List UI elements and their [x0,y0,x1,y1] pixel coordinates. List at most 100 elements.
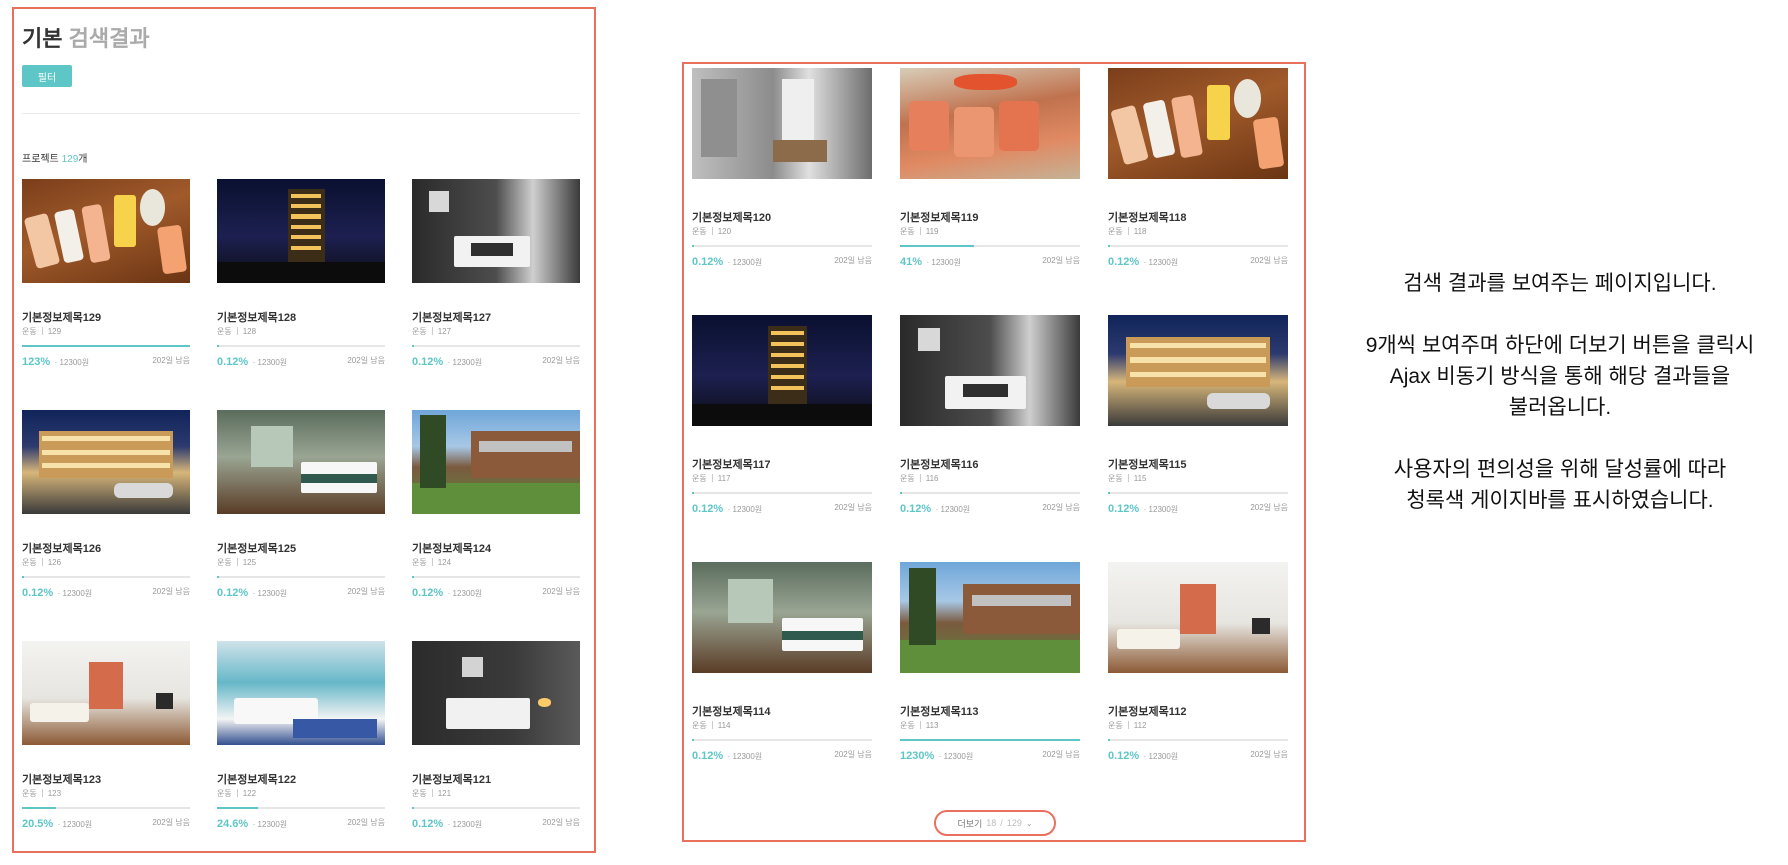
project-title[interactable]: 기본정보제목125 [217,540,296,556]
project-thumbnail[interactable] [412,179,580,283]
meta-separator [236,558,238,566]
project-card[interactable]: 기본정보제목117 운동 117 0.12% · 12300원 202일 남음 [692,315,872,552]
project-title[interactable]: 기본정보제목113 [900,703,978,719]
project-title[interactable]: 기본정보제목118 [1108,209,1186,225]
project-meta: 운동 113 [900,720,939,731]
project-title[interactable]: 기본정보제목116 [900,456,978,472]
project-card[interactable]: 기본정보제목113 운동 113 1230% · 12300원 202일 남음 [900,562,1080,799]
meta-separator [41,327,43,335]
image-detail [290,245,322,250]
project-title[interactable]: 기본정보제목119 [900,209,978,225]
days-remaining: 202일 남음 [542,818,580,827]
project-card[interactable]: 기본정보제목124 운동 124 0.12% · 12300원 202일 남음 [412,410,580,631]
load-more-current: 18 [986,818,997,828]
project-thumbnail[interactable] [1108,562,1288,673]
project-title[interactable]: 기본정보제목117 [692,456,770,472]
project-title[interactable]: 기본정보제목123 [22,771,101,787]
image-detail [1117,628,1180,649]
progress-bar-fill [412,807,414,809]
load-more-button[interactable]: 더보기 18 / 129 ⌄ [934,810,1056,836]
project-title[interactable]: 기본정보제목124 [412,540,491,556]
image-detail [773,140,827,163]
project-thumbnail[interactable] [900,68,1080,179]
project-thumbnail[interactable] [22,179,190,283]
project-card[interactable]: 기본정보제목129 운동 129 123% · 12300원 202일 남음 [22,179,190,400]
project-title[interactable]: 기본정보제목114 [692,703,770,719]
project-card[interactable]: 기본정보제목123 운동 123 20.5% · 12300원 202일 남음 [22,641,190,862]
project-thumbnail[interactable] [692,562,872,673]
days-remaining: 202일 남음 [834,256,872,265]
progress-bar-fill [22,807,57,809]
days-remaining: 202일 남음 [1042,256,1080,265]
project-card[interactable]: 기본정보제목120 운동 120 0.12% · 12300원 202일 남음 [692,68,872,305]
project-id: 120 [717,227,732,236]
project-count-label: 프로젝트 [22,154,62,165]
funding-amount: · 12300원 [57,589,93,598]
project-thumbnail[interactable] [217,410,385,514]
filter-button[interactable]: 필터 [22,65,72,87]
project-title[interactable]: 기본정보제목112 [1108,703,1186,719]
project-category: 운동 [412,558,427,567]
project-thumbnail[interactable] [412,641,580,745]
project-card[interactable]: 기본정보제목115 운동 115 0.12% · 12300원 202일 남음 [1108,315,1288,552]
progress-bar-fill [900,492,902,494]
project-meta: 운동 121 [412,788,451,799]
description-line: 사용자의 편의성을 위해 달성률에 따라 [1393,458,1727,481]
project-card[interactable]: 기본정보제목127 운동 127 0.12% · 12300원 202일 남음 [412,179,580,400]
project-thumbnail[interactable] [412,410,580,514]
funding-percent: 24.6% [217,818,249,830]
image-detail [217,262,385,283]
project-title[interactable]: 기본정보제목115 [1108,456,1186,472]
project-card[interactable]: 기본정보제목119 운동 119 41% · 12300원 202일 남음 [900,68,1080,305]
project-card[interactable]: 기본정보제목126 운동 126 0.12% · 12300원 202일 남음 [22,410,190,631]
project-title[interactable]: 기본정보제목127 [412,309,491,325]
progress-bar [1108,492,1288,494]
funding-percent: 0.12% [900,503,932,515]
project-title[interactable]: 기본정보제목126 [22,540,101,556]
page-title-sub: 검색결과 [68,26,150,51]
meta-separator [431,327,433,335]
image-detail [114,194,137,247]
project-title[interactable]: 기본정보제목120 [692,209,771,225]
load-more-total: 129 [1006,818,1022,828]
project-id: 115 [1133,474,1147,483]
project-card[interactable]: 기본정보제목118 운동 118 0.12% · 12300원 202일 남음 [1108,68,1288,305]
project-thumbnail[interactable] [217,641,385,745]
project-thumbnail[interactable] [1108,315,1288,426]
project-card[interactable]: 기본정보제목114 운동 114 0.12% · 12300원 202일 남음 [692,562,872,799]
project-thumbnail[interactable] [22,641,190,745]
description-line: 9개씩 보여주며 하단에 더보기 버튼을 클릭시 [1365,334,1755,357]
image-detail [728,578,773,624]
project-card[interactable]: 기본정보제목121 운동 121 0.12% · 12300원 202일 남음 [412,641,580,862]
project-title[interactable]: 기본정보제목121 [412,771,491,787]
image-detail [1142,99,1175,159]
funding-amount: · 12300원 [447,589,483,598]
days-remaining: 202일 남음 [1250,750,1288,759]
project-title[interactable]: 기본정보제목128 [217,309,296,325]
project-thumbnail[interactable] [900,315,1080,426]
project-stats: 20.5% · 12300원 202일 남음 [22,814,190,832]
project-card[interactable]: 기본정보제목128 운동 128 0.12% · 12300원 202일 남음 [217,179,385,400]
project-thumbnail[interactable] [217,179,385,283]
image-detail [1129,342,1267,349]
project-meta: 운동 116 [900,473,939,484]
project-card[interactable]: 기본정보제목125 운동 125 0.12% · 12300원 202일 남음 [217,410,385,631]
project-card[interactable]: 기본정보제목116 운동 116 0.12% · 12300원 202일 남음 [900,315,1080,552]
project-thumbnail[interactable] [22,410,190,514]
project-id: 127 [437,327,452,336]
project-thumbnail[interactable] [900,562,1080,673]
project-title[interactable]: 기본정보제목129 [22,309,101,325]
project-card[interactable]: 기본정보제목122 운동 122 24.6% · 12300원 202일 남음 [217,641,385,862]
progress-bar [692,492,872,494]
project-thumbnail[interactable] [692,68,872,179]
meta-separator [711,721,713,729]
image-detail [301,474,377,483]
basic-search-results-panel: 기본 검색결과 필터 프로젝트 129개 기본정보제목129 운동 129 123% … [12,7,596,853]
project-thumbnail[interactable] [692,315,872,426]
project-thumbnail[interactable] [1108,68,1288,179]
progress-bar [1108,245,1288,247]
days-remaining: 202일 남음 [1042,503,1080,512]
project-title[interactable]: 기본정보제목122 [217,771,296,787]
project-stats: 41% · 12300원 202일 남음 [900,252,1080,270]
project-card[interactable]: 기본정보제목112 운동 112 0.12% · 12300원 202일 남음 [1108,562,1288,799]
